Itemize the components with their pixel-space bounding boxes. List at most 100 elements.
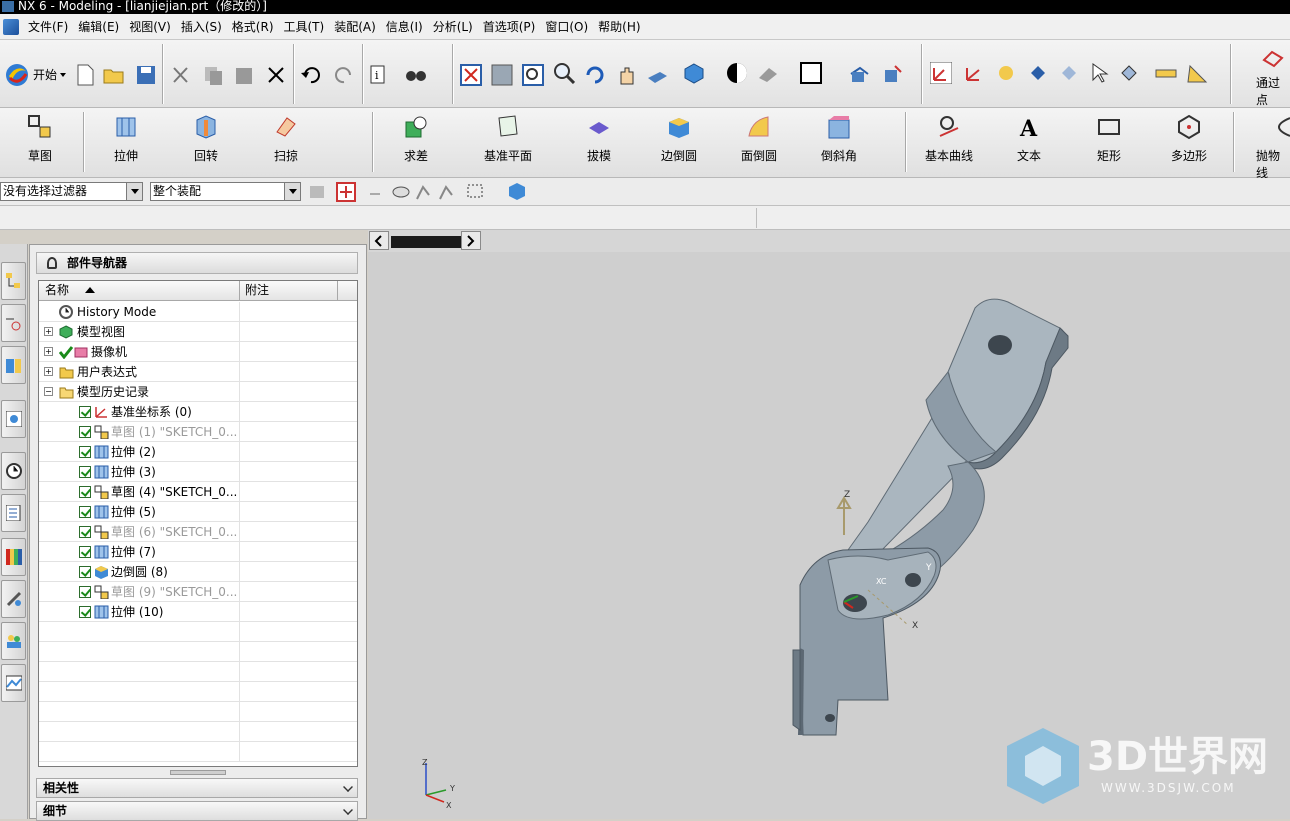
assembly-filter-icon[interactable] (307, 181, 329, 203)
viewport-tab[interactable] (391, 236, 461, 248)
rectangle-select-icon[interactable] (466, 181, 488, 203)
through-points-label[interactable]: 通过点 (1256, 74, 1290, 108)
select-face-icon[interactable] (1118, 62, 1140, 84)
chevron-down-icon[interactable] (343, 782, 353, 792)
curve-rule-icon[interactable] (413, 181, 435, 203)
tree-row-extrude-5[interactable]: 拉伸 (5) (39, 502, 357, 522)
information-icon[interactable]: i (369, 64, 391, 86)
measure-distance-icon[interactable] (1155, 62, 1177, 84)
select-all-icon[interactable] (336, 181, 358, 203)
tree-row-extrude-2[interactable]: 拉伸 (2) (39, 442, 357, 462)
datum-plane-button[interactable]: 基准平面 (468, 112, 548, 164)
text-button[interactable]: A 文本 (989, 112, 1069, 164)
tree-row-sketch-1[interactable]: 草图 (1) "SKETCH_0... (39, 422, 357, 442)
chevron-down-icon[interactable] (126, 183, 142, 200)
tree-row-cameras[interactable]: + 摄像机 (39, 342, 357, 362)
process-studio-tab[interactable] (1, 580, 26, 618)
feature-visibility-checkbox[interactable] (79, 486, 91, 498)
select-arrow-icon[interactable] (1089, 62, 1111, 84)
snap-end-icon[interactable] (1058, 62, 1080, 84)
expand-icon[interactable]: + (44, 327, 53, 336)
roles-tab[interactable] (1, 622, 26, 660)
history-tab[interactable] (1, 452, 26, 490)
face-blend-button[interactable]: 面倒圆 (719, 112, 799, 164)
panel-splitter[interactable] (170, 770, 226, 775)
tree-row-extrude-10[interactable]: 拉伸 (10) (39, 602, 357, 622)
column-note-header[interactable]: 附注 (239, 281, 269, 301)
face-rule-icon[interactable] (436, 181, 458, 203)
copy-icon[interactable] (202, 64, 224, 86)
background-icon[interactable] (757, 62, 779, 84)
tree-row-user-expressions[interactable]: + 用户表达式 (39, 362, 357, 382)
cut-icon[interactable] (170, 64, 192, 86)
menu-file[interactable]: 文件(F) (23, 18, 73, 35)
expand-icon[interactable]: + (44, 347, 53, 356)
snap-mode-icon[interactable] (390, 181, 412, 203)
measure-angle-icon[interactable] (1186, 62, 1208, 84)
palette-tab[interactable] (1, 400, 26, 438)
feature-visibility-checkbox[interactable] (79, 526, 91, 538)
feature-visibility-checkbox[interactable] (79, 406, 91, 418)
constraint-navigator-tab[interactable] (1, 304, 26, 342)
binoculars-icon[interactable] (405, 64, 427, 86)
paste-icon[interactable] (233, 64, 255, 86)
subtract-button[interactable]: 求差 (376, 112, 456, 164)
chevron-down-icon[interactable] (284, 183, 300, 200)
extrude-button[interactable]: 拉伸 (86, 112, 166, 164)
redo-icon[interactable] (333, 64, 355, 86)
menu-insert[interactable]: 插入(S) (176, 18, 227, 35)
chamfer-button[interactable]: 倒斜角 (799, 112, 879, 164)
feature-visibility-checkbox[interactable] (79, 606, 91, 618)
dependencies-section[interactable]: 相关性 (36, 778, 358, 798)
shaded-ball-icon[interactable] (726, 62, 748, 84)
part-navigator-tree[interactable]: 名称 附注 History Mode + 模型视图 + 摄像机 + 用户表达式 … (38, 280, 358, 767)
wcs-orient-icon[interactable] (963, 62, 985, 84)
tab-scroll-right[interactable] (461, 231, 481, 250)
select-csys-icon[interactable] (930, 62, 952, 84)
undo-icon[interactable] (300, 64, 322, 86)
feature-visibility-checkbox[interactable] (79, 566, 91, 578)
polygon-button[interactable]: 多边形 (1149, 112, 1229, 164)
start-icon[interactable] (4, 62, 30, 88)
tree-row-model-views[interactable]: + 模型视图 (39, 322, 357, 342)
menu-information[interactable]: 信息(I) (381, 18, 428, 35)
fit-view-icon[interactable] (460, 64, 482, 86)
revolve-button[interactable]: 回转 (166, 112, 246, 164)
start-dropdown-icon[interactable] (60, 73, 66, 77)
menu-help[interactable]: 帮助(H) (593, 18, 645, 35)
save-icon[interactable] (135, 64, 157, 86)
feature-visibility-checkbox[interactable] (79, 586, 91, 598)
details-section[interactable]: 细节 (36, 801, 358, 821)
delete-icon[interactable] (265, 64, 287, 86)
pin-icon[interactable] (47, 257, 57, 269)
sweep-button[interactable]: 扫掠 (246, 112, 326, 164)
tree-row-extrude-7[interactable]: 拉伸 (7) (39, 542, 357, 562)
tab-scroll-left[interactable] (369, 231, 389, 250)
menu-window[interactable]: 窗口(O) (540, 18, 593, 35)
zoom-icon[interactable] (522, 64, 544, 86)
new-file-icon[interactable] (74, 64, 96, 86)
menu-edit[interactable]: 编辑(E) (73, 18, 124, 35)
orient-view-icon[interactable] (848, 62, 870, 84)
tree-row-model-history[interactable]: − 模型历史记录 (39, 382, 357, 402)
start-button[interactable]: 开始 (33, 66, 57, 83)
feature-visibility-checkbox[interactable] (79, 506, 91, 518)
tree-row-extrude-3[interactable]: 拉伸 (3) (39, 462, 357, 482)
assembly-navigator-tab[interactable] (1, 262, 26, 300)
feature-visibility-checkbox[interactable] (79, 426, 91, 438)
parabola-button[interactable]: 抛物线 (1236, 112, 1290, 181)
chevron-down-icon[interactable] (343, 805, 353, 815)
scope-filter-select[interactable]: 整个装配 (150, 182, 301, 201)
view-layout-icon[interactable] (800, 62, 822, 84)
feature-visibility-checkbox[interactable] (79, 546, 91, 558)
through-points-icon[interactable] (1262, 48, 1284, 70)
rotate-icon[interactable] (584, 64, 606, 86)
snap-point-icon[interactable] (1027, 62, 1049, 84)
menu-format[interactable]: 格式(R) (227, 18, 279, 35)
menu-analysis[interactable]: 分析(L) (428, 18, 478, 35)
open-folder-icon[interactable] (103, 64, 125, 86)
edge-blend-button[interactable]: 边倒圆 (639, 112, 719, 164)
zoom-in-out-icon[interactable] (553, 62, 575, 84)
feature-visibility-checkbox[interactable] (79, 446, 91, 458)
feature-visibility-checkbox[interactable] (79, 466, 91, 478)
